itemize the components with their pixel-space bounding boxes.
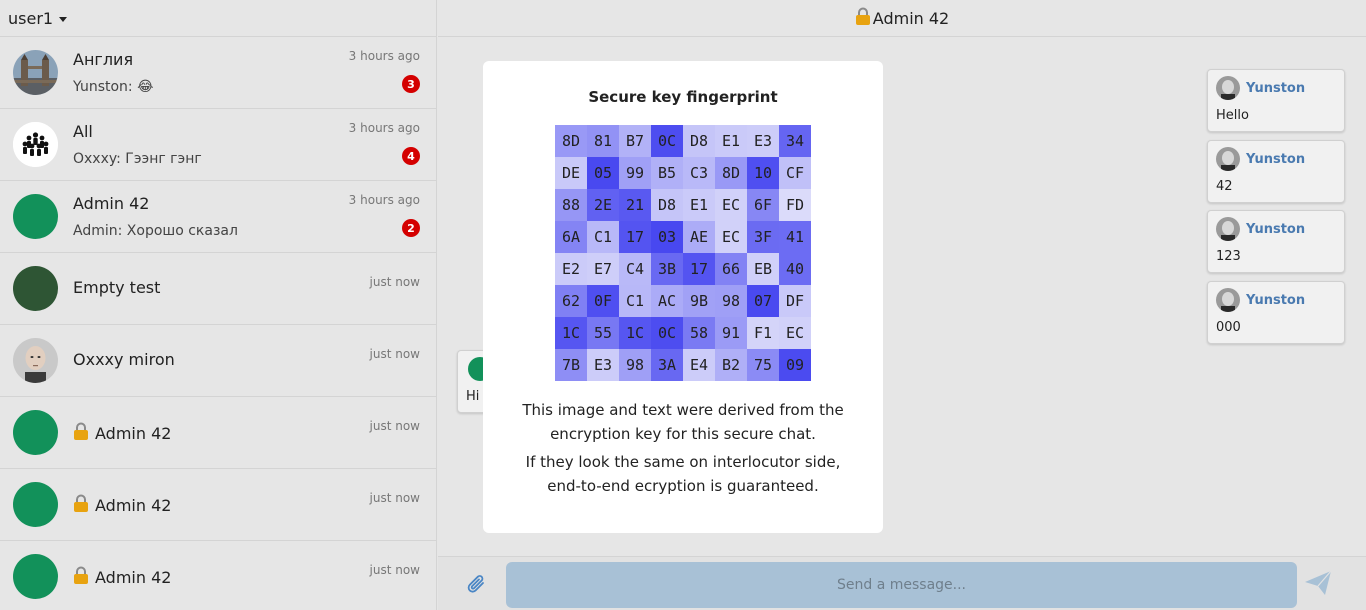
fingerprint-cell: FD xyxy=(779,189,811,221)
fingerprint-cell: E1 xyxy=(715,125,747,157)
fingerprint-cell: DF xyxy=(779,285,811,317)
fingerprint-cell: 0C xyxy=(651,317,683,349)
fingerprint-cell: E3 xyxy=(747,125,779,157)
modal-description: This image and text were derived from th… xyxy=(522,401,844,443)
fingerprint-cell: 98 xyxy=(715,285,747,317)
fingerprint-cell: 2E xyxy=(587,189,619,221)
fingerprint-modal: Secure key fingerprint 8D 81 B7 0C D8 E1 E3 34 D… xyxy=(483,61,883,533)
fingerprint-cell: 58 xyxy=(683,317,715,349)
fingerprint-cell: 3B xyxy=(651,253,683,285)
fingerprint-cell: F1 xyxy=(747,317,779,349)
fingerprint-cell: 8D xyxy=(715,157,747,189)
fingerprint-cell: C1 xyxy=(587,221,619,253)
fingerprint-cell: 98 xyxy=(619,349,651,381)
fingerprint-cell: 62 xyxy=(555,285,587,317)
fingerprint-cell: E7 xyxy=(587,253,619,285)
fingerprint-cell: 34 xyxy=(779,125,811,157)
fingerprint-cell: AC xyxy=(651,285,683,317)
fingerprint-cell: DE xyxy=(555,157,587,189)
fingerprint-cell: B2 xyxy=(715,349,747,381)
fingerprint-cell: 8D xyxy=(555,125,587,157)
fingerprint-cell: 75 xyxy=(747,349,779,381)
fingerprint-cell: D8 xyxy=(683,125,715,157)
fingerprint-cell: 3F xyxy=(747,221,779,253)
fingerprint-cell: 41 xyxy=(779,221,811,253)
fingerprint-cell: 21 xyxy=(619,189,651,221)
fingerprint-cell: 40 xyxy=(779,253,811,285)
fingerprint-cell: 05 xyxy=(587,157,619,189)
fingerprint-cell: 1C xyxy=(555,317,587,349)
fingerprint-cell: 17 xyxy=(619,221,651,253)
fingerprint-cell: 17 xyxy=(683,253,715,285)
fingerprint-cell: 81 xyxy=(587,125,619,157)
fingerprint-cell: B7 xyxy=(619,125,651,157)
fingerprint-cell: 10 xyxy=(747,157,779,189)
fingerprint-cell: 9B xyxy=(683,285,715,317)
modal-guarantee-text: If they look the same on interlocutor si… xyxy=(525,453,841,495)
fingerprint-cell: 55 xyxy=(587,317,619,349)
fingerprint-cell: 07 xyxy=(747,285,779,317)
modal-overlay[interactable]: Secure key fingerprint 8D 81 B7 0C D8 E1 E3 34 D… xyxy=(0,0,1366,610)
fingerprint-cell: 0F xyxy=(587,285,619,317)
fingerprint-cell: E4 xyxy=(683,349,715,381)
fingerprint-cell: E2 xyxy=(555,253,587,285)
fingerprint-cell: 66 xyxy=(715,253,747,285)
fingerprint-cell: 6F xyxy=(747,189,779,221)
fingerprint-cell: 6A xyxy=(555,221,587,253)
fingerprint-cell: C1 xyxy=(619,285,651,317)
fingerprint-cell: AE xyxy=(683,221,715,253)
fingerprint-cell: 88 xyxy=(555,189,587,221)
fingerprint-cell: 91 xyxy=(715,317,747,349)
fingerprint-cell: D8 xyxy=(651,189,683,221)
fingerprint-cell: 99 xyxy=(619,157,651,189)
fingerprint-cell: EC xyxy=(779,317,811,349)
fingerprint-cell: 1C xyxy=(619,317,651,349)
fingerprint-cell: 7B xyxy=(555,349,587,381)
fingerprint-grid: 8D 81 B7 0C D8 E1 E3 34 DE 05 99 B5 C3 8D 10 CF 88 2E 21 D8… xyxy=(555,125,811,381)
fingerprint-cell: E1 xyxy=(683,189,715,221)
fingerprint-cell: 0C xyxy=(651,125,683,157)
modal-title: Secure key fingerprint xyxy=(588,88,778,106)
fingerprint-cell: EC xyxy=(715,189,747,221)
fingerprint-cell: 03 xyxy=(651,221,683,253)
fingerprint-cell: 3A xyxy=(651,349,683,381)
fingerprint-cell: E3 xyxy=(587,349,619,381)
fingerprint-cell: CF xyxy=(779,157,811,189)
fingerprint-cell: B5 xyxy=(651,157,683,189)
fingerprint-cell: C4 xyxy=(619,253,651,285)
fingerprint-cell: C3 xyxy=(683,157,715,189)
fingerprint-cell: EB xyxy=(747,253,779,285)
fingerprint-cell: EC xyxy=(715,221,747,253)
fingerprint-cell: 09 xyxy=(779,349,811,381)
